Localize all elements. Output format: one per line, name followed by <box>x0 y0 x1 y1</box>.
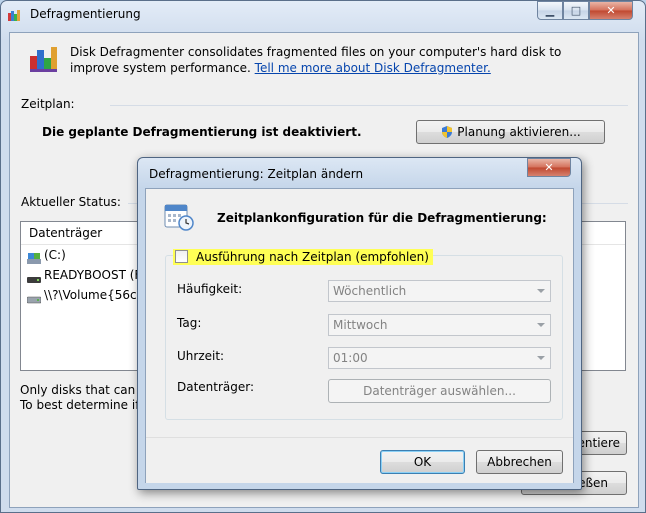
time-dropdown[interactable]: 01:00 <box>328 347 551 369</box>
disks-label: Datenträger: <box>177 380 255 394</box>
drive-label: READYBOOST (F:) <box>44 268 150 282</box>
dialog-title: Defragmentierung: Zeitplan ändern <box>149 167 364 181</box>
window-title: Defragmentierung <box>30 7 141 21</box>
calendar-clock-icon <box>163 201 195 233</box>
chevron-down-icon <box>537 323 545 327</box>
frequency-label: Häufigkeit: <box>177 282 243 296</box>
frequency-dropdown[interactable]: Wöchentlich <box>328 280 551 302</box>
day-label: Tag: <box>177 316 202 330</box>
disk-defragmenter-icon <box>27 43 59 75</box>
chevron-down-icon <box>537 356 545 360</box>
dialog-heading: Zeitplankonfiguration für die Defragment… <box>217 211 547 225</box>
learn-more-link[interactable]: Tell me more about Disk Defragmenter. <box>255 61 491 75</box>
maximize-icon: □ <box>570 4 582 17</box>
schedule-section-label: Zeitplan: <box>21 97 75 111</box>
removable-drive-icon <box>27 271 41 283</box>
chevron-down-icon <box>537 289 545 293</box>
close-icon: ✕ <box>544 161 554 174</box>
time-value: 01:00 <box>333 351 368 365</box>
description: Disk Defragmenter consolidates fragmente… <box>70 44 610 76</box>
maximize-button[interactable]: □ <box>563 1 589 20</box>
volume-drive-icon <box>26 291 42 303</box>
defrag-app-icon <box>7 8 21 22</box>
ok-button[interactable]: OK <box>380 450 465 474</box>
schedule-status: Die geplante Defragmentierung ist deakti… <box>42 125 362 139</box>
day-dropdown[interactable]: Mittwoch <box>328 314 551 336</box>
current-status-label: Aktueller Status: <box>21 195 121 209</box>
run-on-schedule-label: Ausführung nach Zeitplan (empfohlen) <box>196 250 429 264</box>
select-disks-button[interactable]: Datenträger auswählen... <box>328 379 551 403</box>
time-label: Uhrzeit: <box>177 349 225 363</box>
uac-shield-icon <box>440 124 454 138</box>
run-on-schedule-checkbox[interactable] <box>175 250 188 263</box>
close-icon: ✕ <box>606 4 616 17</box>
day-value: Mittwoch <box>333 318 388 332</box>
system-drive-icon <box>27 251 41 264</box>
dialog-close-button[interactable]: ✕ <box>527 158 571 177</box>
drive-label: (C:) <box>44 248 66 262</box>
frequency-value: Wöchentlich <box>333 284 407 298</box>
enable-schedule-button[interactable]: Planung aktivieren... <box>416 120 605 144</box>
enable-schedule-button-label: Planung aktivieren... <box>457 125 581 139</box>
schedule-divider <box>110 105 628 106</box>
cancel-button[interactable]: Abbrechen <box>476 450 563 474</box>
close-window-button[interactable]: ✕ <box>589 1 633 20</box>
schedule-dialog: Defragmentierung: Zeitplan ändern ✕ Zeit… <box>137 157 582 490</box>
minimize-button[interactable]: ▁ <box>537 1 563 20</box>
minimize-icon: ▁ <box>545 4 555 17</box>
run-on-schedule-row[interactable]: Ausführung nach Zeitplan (empfohlen) <box>173 249 433 265</box>
dialog-client-area: Zeitplankonfiguration für die Defragment… <box>145 188 574 483</box>
